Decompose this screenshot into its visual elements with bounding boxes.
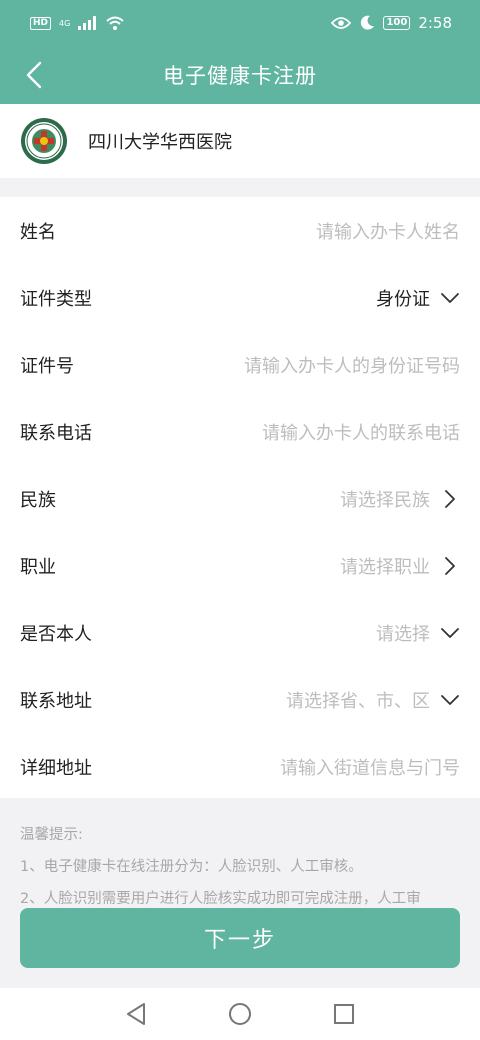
form-row-id-number[interactable]: 证件号 请输入办卡人的身份证号码 bbox=[0, 331, 480, 398]
tips-line: 1、电子健康卡在线注册分为：人脸识别、人工审核。 bbox=[20, 859, 363, 875]
form-row-ethnicity[interactable]: 民族 请选择民族 bbox=[0, 465, 480, 532]
name-input-area: 请输入办卡人姓名 bbox=[316, 218, 460, 244]
ethnicity-label: 民族 bbox=[20, 489, 56, 511]
home-circle-icon bbox=[229, 1003, 251, 1025]
wifi-icon bbox=[106, 16, 124, 30]
status-time: 2:58 bbox=[418, 14, 452, 32]
ethnicity-placeholder: 请选择民族 bbox=[340, 489, 430, 511]
name-input[interactable]: 请输入办卡人姓名 bbox=[316, 218, 460, 244]
nav-bar: 电子健康卡注册 bbox=[0, 46, 480, 104]
status-right: 100 2:58 bbox=[331, 14, 452, 32]
chevron-down-icon bbox=[441, 694, 459, 705]
id-type-select[interactable]: 身份证 bbox=[376, 285, 460, 311]
id-type-value: 身份证 bbox=[376, 288, 430, 310]
form-row-detail-address[interactable]: 详细地址 请输入街道信息与门号 bbox=[0, 733, 480, 800]
detail-address-input-area: 请输入街道信息与门号 bbox=[280, 754, 460, 780]
id-number-label: 证件号 bbox=[20, 355, 74, 377]
ethnicity-select[interactable]: 请选择民族 bbox=[340, 486, 460, 512]
battery-indicator: 100 bbox=[383, 16, 411, 30]
moon-icon bbox=[361, 15, 375, 30]
recents-square-icon bbox=[334, 1004, 354, 1024]
self-label: 是否本人 bbox=[20, 623, 92, 645]
chevron-down-icon bbox=[441, 627, 459, 638]
self-select[interactable]: 请选择 bbox=[376, 620, 460, 646]
detail-address-label: 详细地址 bbox=[20, 757, 92, 779]
signal-icon bbox=[78, 16, 97, 30]
chevron-left-icon bbox=[26, 61, 42, 89]
form-row-phone[interactable]: 联系电话 请输入办卡人的联系电话 bbox=[0, 398, 480, 465]
hd-badge: HD bbox=[30, 16, 52, 30]
status-left: HD 4G bbox=[30, 16, 124, 30]
eye-icon bbox=[331, 17, 352, 29]
address-placeholder: 请选择省、市、区 bbox=[286, 690, 430, 712]
form-row-address[interactable]: 联系地址 请选择省、市、区 bbox=[0, 666, 480, 733]
status-bar: HD 4G 100 2:58 bbox=[0, 0, 480, 46]
system-back-button[interactable] bbox=[119, 997, 153, 1031]
phone-input[interactable]: 请输入办卡人的联系电话 bbox=[262, 419, 460, 445]
phone-input-area: 请输入办卡人的联系电话 bbox=[262, 419, 460, 445]
back-triangle-icon bbox=[127, 1003, 145, 1025]
chevron-right-icon bbox=[445, 489, 455, 508]
registration-form: 姓名 请输入办卡人姓名 证件类型 身份证 证件号 请输入办卡人的身份证号码 联系… bbox=[0, 197, 480, 798]
hospital-card: 四川大学华西医院 bbox=[0, 104, 480, 178]
address-select[interactable]: 请选择省、市、区 bbox=[286, 687, 460, 713]
hospital-name: 四川大学华西医院 bbox=[88, 132, 232, 153]
id-type-label: 证件类型 bbox=[20, 288, 92, 310]
form-row-occupation[interactable]: 职业 请选择职业 bbox=[0, 532, 480, 599]
tips-title: 温馨提示: bbox=[20, 827, 83, 843]
chevron-down-icon bbox=[441, 292, 459, 303]
name-label: 姓名 bbox=[20, 221, 56, 243]
system-recents-button[interactable] bbox=[327, 997, 361, 1031]
form-row-self[interactable]: 是否本人 请选择 bbox=[0, 599, 480, 666]
page-title: 电子健康卡注册 bbox=[163, 64, 317, 88]
back-button[interactable] bbox=[18, 58, 50, 92]
tips-line: 2、人脸识别需要用户进行人脸核实成功即可完成注册，人工审 bbox=[20, 891, 421, 907]
network-label: 4G bbox=[59, 18, 71, 28]
occupation-select[interactable]: 请选择职业 bbox=[340, 553, 460, 579]
occupation-label: 职业 bbox=[20, 556, 56, 578]
self-placeholder: 请选择 bbox=[376, 623, 430, 645]
address-label: 联系地址 bbox=[20, 690, 92, 712]
phone-label: 联系电话 bbox=[20, 422, 92, 444]
id-number-input[interactable]: 请输入办卡人的身份证号码 bbox=[244, 352, 460, 378]
system-home-button[interactable] bbox=[223, 997, 257, 1031]
system-nav-bar bbox=[0, 988, 480, 1040]
occupation-placeholder: 请选择职业 bbox=[340, 556, 430, 578]
next-step-button[interactable]: 下一步 bbox=[20, 908, 460, 968]
form-row-id-type[interactable]: 证件类型 身份证 bbox=[0, 264, 480, 331]
hospital-logo bbox=[21, 118, 67, 164]
detail-address-input[interactable]: 请输入街道信息与门号 bbox=[280, 754, 460, 780]
id-number-input-area: 请输入办卡人的身份证号码 bbox=[244, 352, 460, 378]
form-row-name[interactable]: 姓名 请输入办卡人姓名 bbox=[0, 197, 480, 264]
chevron-right-icon bbox=[445, 556, 455, 575]
